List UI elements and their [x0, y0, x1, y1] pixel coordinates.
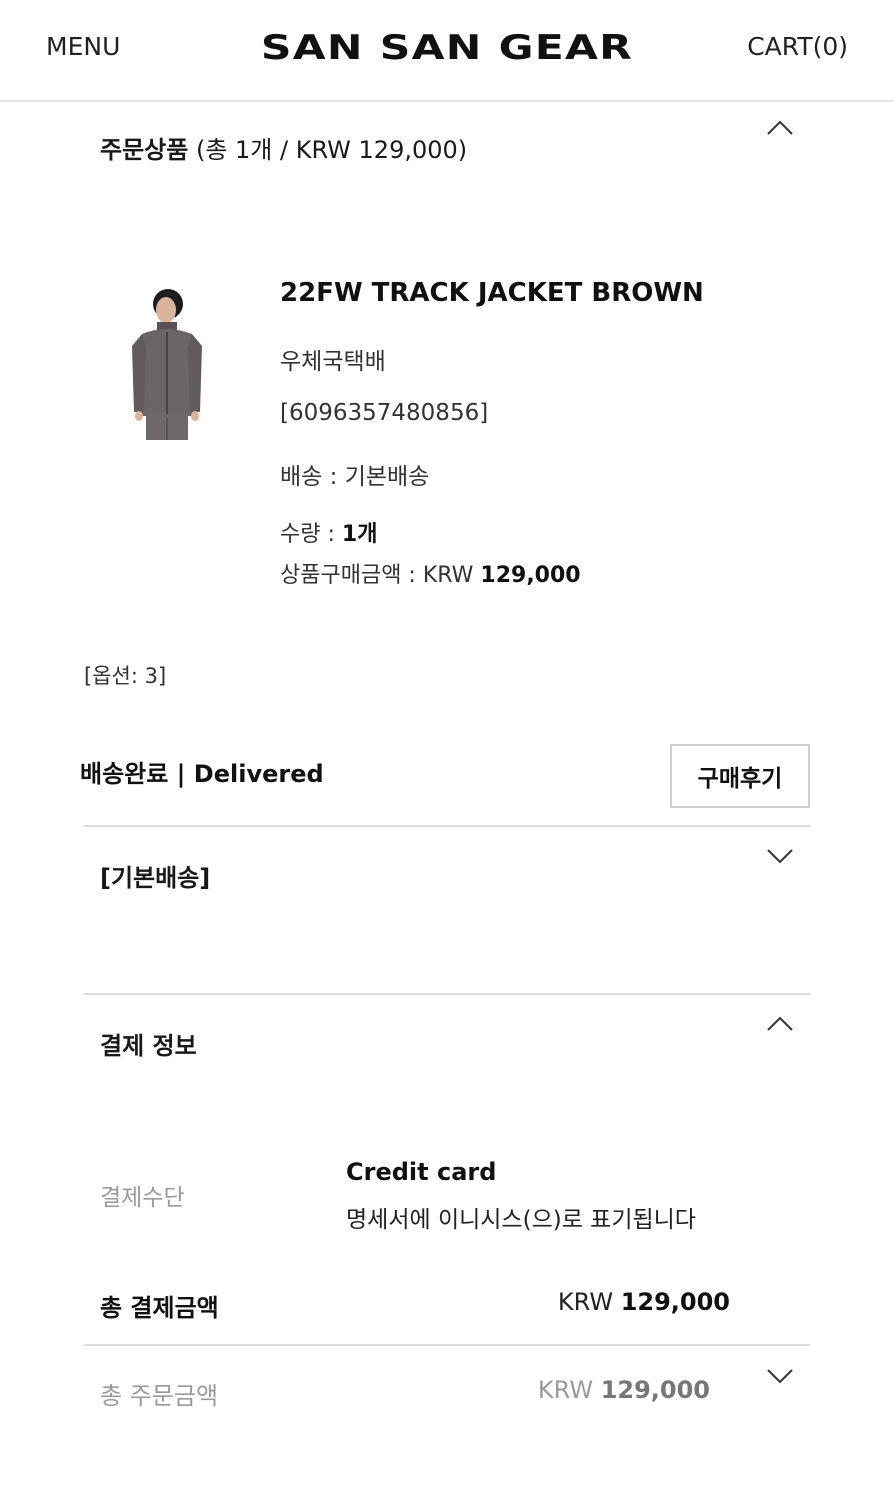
write-review-button[interactable]: 구매후기 [670, 744, 810, 808]
quantity-value: 1개 [341, 522, 378, 547]
product-price: 상품구매금액 : KRW 129,000 [280, 557, 581, 589]
order-items-heading: 주문상품 (총 1개 / KRW 129,000) [100, 130, 467, 165]
payment-info-title: 결제 정보 [100, 1032, 197, 1060]
divider [84, 993, 810, 995]
chevron-up-icon[interactable] [767, 116, 793, 142]
product-quantity: 수량 : 1개 [280, 516, 377, 548]
product-carrier: 우체국택배 [280, 349, 386, 375]
order-items-summary: (총 1개 / KRW 129,000) [195, 136, 468, 164]
top-header: MENU SAN SAN GEAR CART(0) [0, 0, 894, 102]
order-total-label: 총 주문금액 [100, 1382, 219, 1410]
total-currency: KRW [557, 1288, 621, 1316]
total-payment-amount: KRW 129,000 [558, 1288, 730, 1316]
basic-shipping-title: [기본배송] [100, 864, 211, 892]
order-total-currency: KRW [537, 1376, 601, 1404]
payment-method-note: 명세서에 이니시스(으)로 표기됩니다 [346, 1207, 696, 1233]
order-total-value: 129,000 [600, 1376, 710, 1404]
order-total-amount: KRW 129,000 [538, 1376, 710, 1404]
delivery-status: 배송완료 | Delivered [80, 760, 324, 788]
payment-method-value: Credit card [346, 1158, 497, 1186]
payment-info-heading: 결제 정보 [100, 1026, 197, 1061]
product-shipping-type: 배송 : 기본배송 [280, 464, 430, 490]
price-value: 129,000 [480, 563, 581, 588]
basic-shipping-heading: [기본배송] [100, 858, 210, 893]
payment-method-label: 결제수단 [100, 1185, 185, 1211]
product-option: [옵션: 3] [84, 664, 167, 688]
cart-button[interactable]: CART(0) [747, 32, 848, 61]
total-payment-label: 총 결제금액 [100, 1294, 219, 1322]
divider [84, 1344, 810, 1346]
divider [84, 825, 810, 827]
product-name[interactable]: 22FW TRACK JACKET BROWN [280, 278, 704, 308]
quantity-label: 수량 : [280, 522, 342, 547]
product-tracking-number[interactable]: [6096357480856] [280, 400, 488, 426]
chevron-up-icon[interactable] [767, 1012, 793, 1038]
chevron-down-icon[interactable] [767, 1362, 793, 1388]
product-image[interactable] [126, 288, 208, 440]
total-value: 129,000 [620, 1288, 730, 1316]
price-label: 상품구매금액 : KRW [280, 563, 481, 588]
order-items-title: 주문상품 [100, 136, 189, 164]
chevron-down-icon[interactable] [767, 842, 793, 868]
